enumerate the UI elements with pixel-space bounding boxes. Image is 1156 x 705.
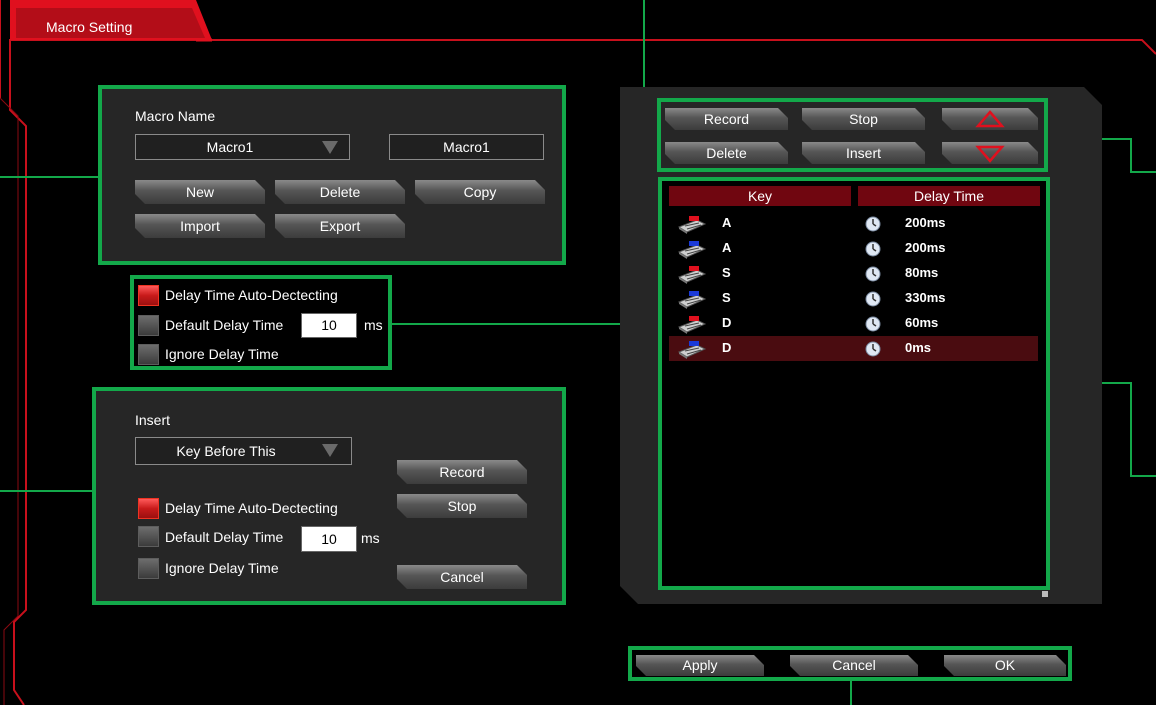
clock-icon	[865, 241, 881, 257]
move-up-button[interactable]	[942, 108, 1038, 130]
new-button[interactable]: New	[135, 180, 265, 204]
macro-select-value: Macro1	[206, 139, 254, 155]
insert-cancel-button[interactable]: Cancel	[397, 565, 527, 589]
chevron-down-icon	[322, 141, 338, 154]
column-header-delay: Delay Time	[858, 186, 1040, 206]
tab-macro-setting[interactable]: Macro Setting	[46, 19, 132, 35]
cancel-button[interactable]: Cancel	[790, 655, 918, 676]
table-row[interactable]: A 200ms	[669, 211, 1038, 236]
default-delay-checkbox[interactable]	[138, 315, 159, 336]
move-down-button[interactable]	[942, 142, 1038, 164]
triangle-up-icon	[942, 108, 1038, 130]
clock-icon	[865, 316, 881, 332]
default-delay-label: Default Delay Time	[165, 317, 284, 333]
insert-auto-detect-checkbox[interactable]	[138, 498, 159, 519]
row-key: D	[722, 315, 732, 330]
insert-default-delay-unit: ms	[361, 530, 380, 546]
apply-button[interactable]: Apply	[636, 655, 764, 676]
row-key: D	[722, 340, 732, 355]
table-row[interactable]: D 0ms	[669, 336, 1038, 361]
column-header-key: Key	[669, 186, 851, 206]
insert-label: Insert	[135, 412, 171, 428]
connector-line	[0, 490, 93, 492]
triangle-down-icon	[942, 142, 1038, 164]
connector-line	[1130, 171, 1156, 173]
table-row[interactable]: S 330ms	[669, 286, 1038, 311]
row-delay: 60ms	[905, 315, 939, 330]
table-row[interactable]: A 200ms	[669, 236, 1038, 261]
connector-line	[390, 323, 645, 325]
insert-position-value: Key Before This	[176, 443, 276, 459]
row-delay: 200ms	[905, 215, 946, 230]
row-delay: 0ms	[905, 340, 932, 355]
default-delay-input[interactable]: 10	[301, 313, 357, 338]
stop-button[interactable]: Stop	[802, 108, 925, 130]
ignore-delay-label: Ignore Delay Time	[165, 346, 279, 362]
auto-detect-label: Delay Time Auto-Dectecting	[165, 287, 338, 303]
insert-record-button[interactable]: Record	[397, 460, 527, 484]
table-row[interactable]: D 60ms	[669, 311, 1038, 336]
keyboard-key-up-icon	[677, 341, 707, 359]
clock-icon	[865, 266, 881, 282]
macro-select[interactable]: Macro1	[135, 134, 350, 160]
row-delay: 80ms	[905, 265, 939, 280]
keyboard-key-down-icon	[677, 216, 707, 234]
delete-button[interactable]: Delete	[665, 142, 788, 164]
connector-line	[0, 176, 100, 178]
row-key: A	[722, 240, 732, 255]
record-button[interactable]: Record	[665, 108, 788, 130]
row-delay: 330ms	[905, 290, 946, 305]
insert-ignore-delay-checkbox[interactable]	[138, 558, 159, 579]
macro-name-label: Macro Name	[135, 108, 216, 124]
insert-default-delay-checkbox[interactable]	[138, 526, 159, 547]
insert-ignore-delay-label: Ignore Delay Time	[165, 560, 279, 576]
insert-button[interactable]: Insert	[802, 142, 925, 164]
chevron-down-icon	[322, 444, 338, 457]
keyboard-key-down-icon	[677, 316, 707, 334]
import-button[interactable]: Import	[135, 214, 265, 238]
macro-name-input[interactable]: Macro1	[389, 134, 544, 160]
insert-default-delay-input[interactable]: 10	[301, 526, 357, 552]
connector-line	[1130, 138, 1132, 172]
keyboard-key-up-icon	[677, 291, 707, 309]
row-key: A	[722, 215, 732, 230]
clock-icon	[865, 216, 881, 232]
delete-button[interactable]: Delete	[275, 180, 405, 204]
resize-grip-icon	[1042, 591, 1048, 597]
row-delay: 200ms	[905, 240, 946, 255]
keyboard-key-up-icon	[677, 241, 707, 259]
row-key: S	[722, 290, 731, 305]
clock-icon	[865, 291, 881, 307]
copy-button[interactable]: Copy	[415, 180, 545, 204]
connector-line	[1130, 475, 1156, 477]
default-delay-unit: ms	[364, 317, 383, 333]
clock-icon	[865, 341, 881, 357]
ignore-delay-checkbox[interactable]	[138, 344, 159, 365]
keyboard-key-down-icon	[677, 266, 707, 284]
connector-line	[850, 680, 852, 705]
insert-stop-button[interactable]: Stop	[397, 494, 527, 518]
ok-button[interactable]: OK	[944, 655, 1066, 676]
insert-auto-detect-label: Delay Time Auto-Dectecting	[165, 500, 338, 516]
table-row[interactable]: S 80ms	[669, 261, 1038, 286]
insert-position-select[interactable]: Key Before This	[135, 437, 352, 465]
insert-default-delay-label: Default Delay Time	[165, 529, 284, 545]
auto-detect-checkbox[interactable]	[138, 285, 159, 306]
export-button[interactable]: Export	[275, 214, 405, 238]
row-key: S	[722, 265, 731, 280]
connector-line	[1130, 382, 1132, 476]
